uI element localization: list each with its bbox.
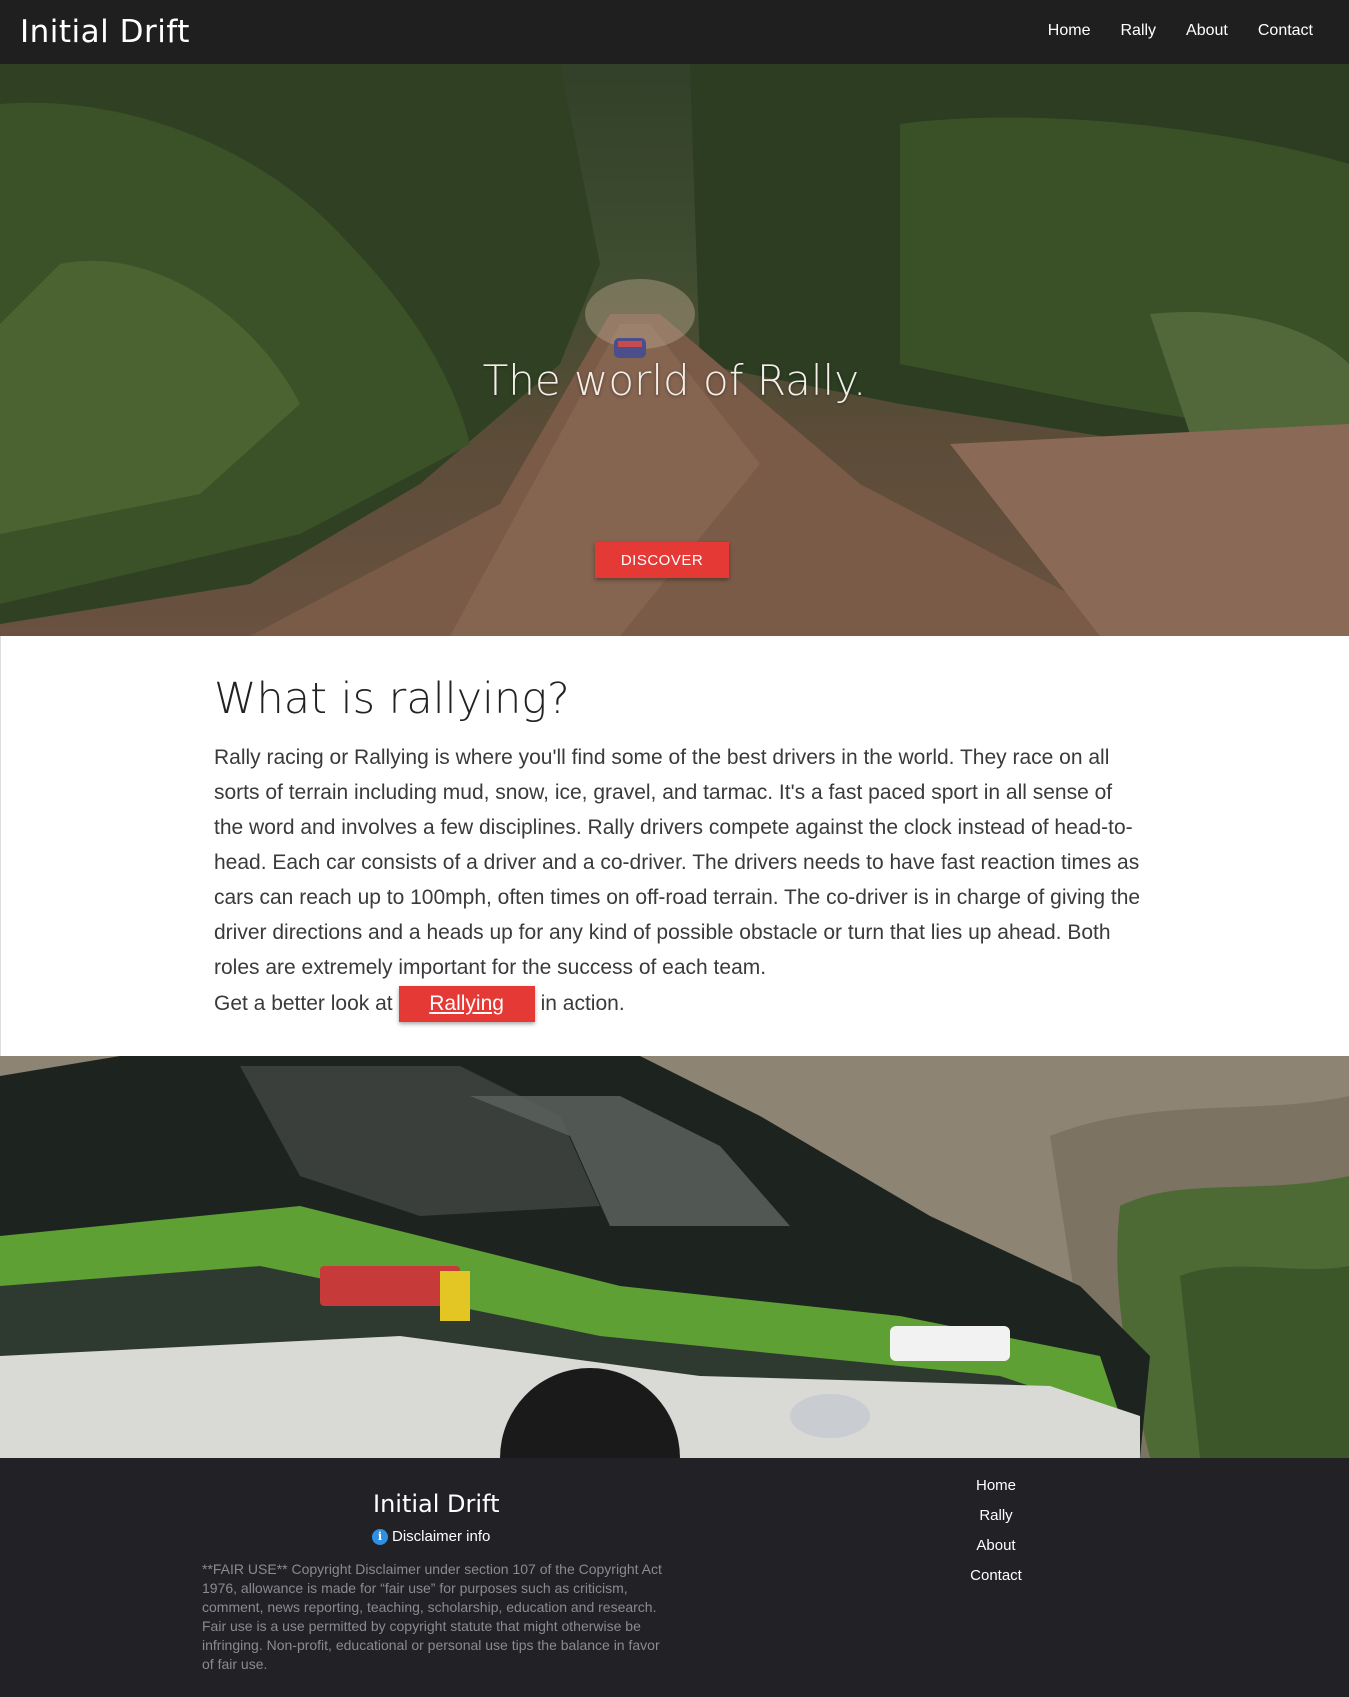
nav-menu: Home Rally About Contact [1048,22,1313,40]
cta-line: Get a better look at Rallying in action. [214,986,625,1022]
rally-car-illustration [0,1056,1349,1458]
brand-logo[interactable]: Initial Drift [20,14,190,50]
nav-link-about[interactable]: About [1186,22,1228,40]
footer-link-rally[interactable]: Rally [979,1506,1012,1525]
footer: Initial Drift i Disclaimer info **FAIR U… [0,1458,1349,1697]
footer-link-contact[interactable]: Contact [970,1566,1022,1585]
about-rallying-section: What is rallying? Rally racing or Rallyi… [0,636,1349,1056]
rally-car-image [0,1056,1349,1458]
cta-prefix: Get a better look at [214,992,393,1015]
footer-brand: Initial Drift [373,1490,500,1518]
disclaimer-toggle[interactable]: i Disclaimer info [372,1528,490,1545]
section-heading: What is rallying? [214,674,570,724]
cta-suffix: in action. [540,992,625,1015]
footer-link-home[interactable]: Home [976,1476,1016,1495]
footer-link-about[interactable]: About [976,1536,1015,1555]
nav-link-home[interactable]: Home [1048,22,1091,40]
discover-button[interactable]: DISCOVER [595,542,729,578]
hero-title: The world of Rally. [482,356,867,405]
nav-link-rally[interactable]: Rally [1120,22,1156,40]
rallying-button[interactable]: Rallying [398,986,535,1022]
hero-section: The world of Rally. DISCOVER [0,64,1349,636]
section-paragraph: Rally racing or Rallying is where you'll… [214,746,1141,979]
navbar: Initial Drift Home Rally About Contact [0,0,1349,64]
disclaimer-label: Disclaimer info [392,1528,491,1545]
footer-nav: Home Rally About Contact [940,1476,1052,1585]
nav-link-contact[interactable]: Contact [1258,22,1313,40]
disclaimer-text: **FAIR USE** Copyright Disclaimer under … [202,1561,662,1672]
info-circle-icon: i [372,1528,388,1545]
